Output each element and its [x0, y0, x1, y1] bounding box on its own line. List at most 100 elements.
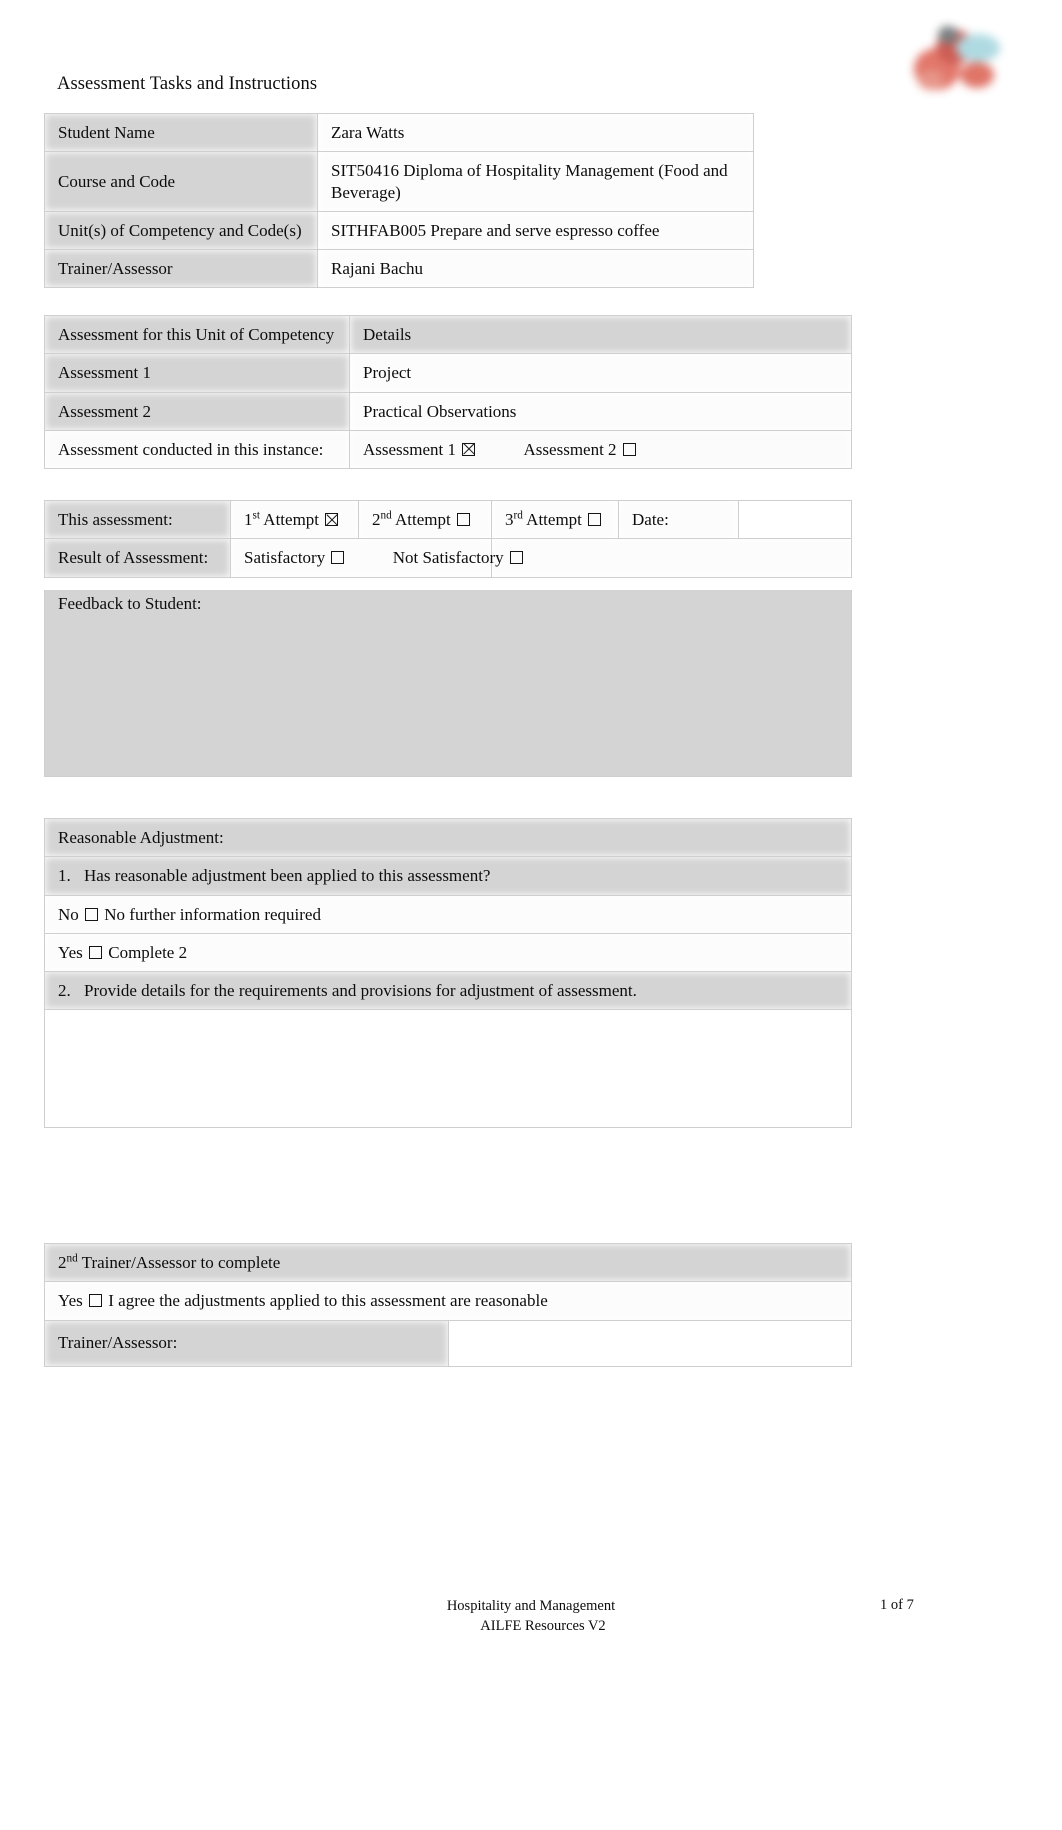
- attempt-1-checkbox[interactable]: [325, 513, 339, 526]
- adjustment-question-2: 2. Provide details for the requirements a…: [44, 970, 852, 1011]
- adjustment-no-text: No further information required: [104, 904, 321, 924]
- adjustment-yes-checkbox[interactable]: [89, 945, 102, 959]
- unit-of-competency-value[interactable]: SITHFAB005 Prepare and serve espresso co…: [317, 210, 754, 251]
- page-number: 1 of 7: [880, 1597, 914, 1613]
- adjustment-question-1: 1. Has reasonable adjustment been applied…: [44, 856, 852, 896]
- assessment-1-label: Assessment 1: [44, 353, 350, 393]
- this-assessment-label: This assessment:: [44, 499, 231, 540]
- date-label: Date:: [618, 499, 739, 540]
- second-trainer-agree-label: Yes: [58, 1291, 83, 1311]
- assessment-2-option[interactable]: Assessment 2: [482, 440, 638, 459]
- table-row: Unit(s) of Competency and Code(s) SITHFA…: [44, 210, 754, 251]
- table-row: 2. Provide details for the requirements a…: [44, 970, 852, 1011]
- attempt-2-cell[interactable]: 2nd Attempt: [358, 499, 492, 540]
- table-row: Assessment 1 Project: [44, 353, 852, 393]
- assessment-conducted-label: Assessment conducted in this instance:: [44, 429, 350, 470]
- not-satisfactory-label: Not Satisfactory: [392, 548, 504, 568]
- assessment-1-checkbox[interactable]: [462, 442, 476, 456]
- attempt-2-ordinal: 2: [372, 510, 381, 529]
- attempt-3-label: Attempt: [526, 510, 582, 529]
- page-title: Assessment Tasks and Instructions: [57, 74, 318, 94]
- adjustment-yes-option[interactable]: Yes Complete 2: [44, 932, 852, 973]
- student-name-label: Student Name: [44, 112, 318, 153]
- attempt-1-ordinal: 1: [244, 510, 253, 529]
- second-trainer-agree-text: I agree the adjustments applied to this …: [108, 1291, 548, 1311]
- second-trainer-agree-checkbox[interactable]: [89, 1294, 102, 1308]
- trainer-assessor-label: Trainer/Assessor: [44, 248, 318, 289]
- feedback-to-student-area[interactable]: Feedback to Student:: [44, 590, 852, 777]
- date-input[interactable]: [738, 499, 852, 540]
- adjustment-yes-text: Complete 2: [108, 942, 188, 962]
- reasonable-adjustment-table: Reasonable Adjustment: 1. Has reasonable …: [44, 817, 852, 1129]
- table-row: Assessment 2 Practical Observations: [44, 391, 852, 431]
- attempt-3-cell[interactable]: 3rd Attempt: [491, 499, 619, 540]
- assessments-table: Assessment for this Unit of Competency D…: [44, 314, 852, 470]
- course-and-code-label: Course and Code: [44, 151, 318, 212]
- assessment-1-option-label: Assessment 1: [363, 439, 457, 459]
- assessment-conducted-options: Assessment 1 Assessment 2: [349, 429, 852, 470]
- second-trainer-signature-label: Trainer/Assessor:: [44, 1319, 449, 1367]
- not-satisfactory-group[interactable]: Not Satisfactory: [351, 548, 525, 567]
- attempt-1-cell[interactable]: 1st Attempt: [230, 499, 359, 540]
- satisfactory-cell[interactable]: Satisfactory Not Satisfactory: [230, 538, 523, 578]
- course-and-code-value[interactable]: SIT50416 Diploma of Hospitality Manageme…: [317, 151, 754, 212]
- second-trainer-agree-option[interactable]: Yes I agree the adjustments applied to t…: [44, 1281, 852, 1321]
- second-trainer-heading-text: Trainer/Assessor to complete: [81, 1253, 281, 1272]
- second-trainer-table: 2nd Trainer/Assessor to complete Yes I a…: [44, 1242, 852, 1367]
- second-trainer-heading-suffix: nd: [66, 1252, 78, 1265]
- table-row: Trainer/Assessor Rajani Bachu: [44, 248, 754, 289]
- attempt-1-ordinal-suffix: st: [252, 509, 260, 522]
- student-name-value[interactable]: Zara Watts: [317, 112, 754, 153]
- result-of-assessment-row: Result of Assessment: Satisfactory Not S…: [44, 538, 852, 578]
- attempt-1-label: Attempt: [263, 510, 320, 529]
- assessments-header-label: Assessment for this Unit of Competency: [44, 314, 350, 355]
- table-row: No No further information required: [44, 894, 852, 934]
- adjustment-question-2-number: 2.: [58, 981, 71, 1000]
- assessment-2-label: Assessment 2: [44, 391, 350, 431]
- adjustment-details-input[interactable]: [44, 1009, 852, 1129]
- second-trainer-heading-ordinal: 2: [58, 1253, 67, 1272]
- assessment-2-option-label: Assessment 2: [523, 439, 617, 459]
- not-satisfactory-checkbox[interactable]: [509, 551, 523, 565]
- attempt-2-ordinal-suffix: nd: [380, 509, 392, 522]
- footer-line-2: AILFE Resources V2: [480, 1617, 606, 1634]
- table-row: 2nd Trainer/Assessor to complete: [44, 1242, 852, 1283]
- attempt-and-result-table: This assessment: 1st Attempt 2nd Attempt…: [44, 499, 852, 578]
- attempt-3-checkbox[interactable]: [588, 513, 602, 526]
- attempt-3-ordinal-suffix: rd: [513, 509, 523, 522]
- adjustment-yes-label: Yes: [58, 942, 83, 962]
- result-filler: [491, 538, 852, 578]
- trainer-assessor-value[interactable]: Rajani Bachu: [317, 248, 754, 289]
- result-of-assessment-label: Result of Assessment:: [44, 538, 231, 578]
- organisation-logo-icon: [908, 18, 1008, 98]
- second-trainer-signature-input[interactable]: [447, 1319, 852, 1367]
- student-details-table: Student Name Zara Watts Course and Code …: [44, 112, 754, 289]
- assessment-conducted-row: Assessment conducted in this instance: A…: [44, 429, 852, 470]
- attempt-2-label: Attempt: [395, 510, 451, 529]
- adjustment-question-1-number: 1.: [58, 866, 71, 886]
- table-row: Course and Code SIT50416 Diploma of Hosp…: [44, 151, 754, 212]
- unit-of-competency-label: Unit(s) of Competency and Code(s): [44, 210, 318, 251]
- table-header-row: Assessment for this Unit of Competency D…: [44, 314, 852, 355]
- satisfactory-label: Satisfactory: [244, 548, 326, 568]
- attempt-3-ordinal: 3: [505, 510, 514, 529]
- assessment-1-option[interactable]: Assessment 1: [363, 440, 477, 459]
- assessment-1-details: Project: [349, 353, 852, 393]
- table-row: Yes I agree the adjustments applied to t…: [44, 1281, 852, 1321]
- assessment-2-checkbox[interactable]: [622, 442, 636, 456]
- assessment-2-details: Practical Observations: [349, 391, 852, 431]
- table-row: [44, 1009, 852, 1129]
- table-row: Student Name Zara Watts: [44, 112, 754, 153]
- adjustment-no-label: No: [58, 904, 79, 924]
- reasonable-adjustment-heading: Reasonable Adjustment:: [44, 817, 852, 858]
- feedback-to-student-label: Feedback to Student:: [58, 594, 202, 613]
- attempt-2-checkbox[interactable]: [457, 513, 470, 526]
- table-row: Trainer/Assessor:: [44, 1319, 852, 1367]
- table-row: Reasonable Adjustment:: [44, 817, 852, 858]
- this-assessment-row: This assessment: 1st Attempt 2nd Attempt…: [44, 499, 852, 540]
- satisfactory-checkbox[interactable]: [331, 551, 345, 565]
- adjustment-no-option[interactable]: No No further information required: [44, 894, 852, 934]
- adjustment-question-1-text: Has reasonable adjustment been applied t…: [84, 866, 491, 886]
- adjustment-no-checkbox[interactable]: [85, 907, 99, 921]
- document-page: Assessment Tasks and Instructions Studen…: [0, 0, 1062, 1830]
